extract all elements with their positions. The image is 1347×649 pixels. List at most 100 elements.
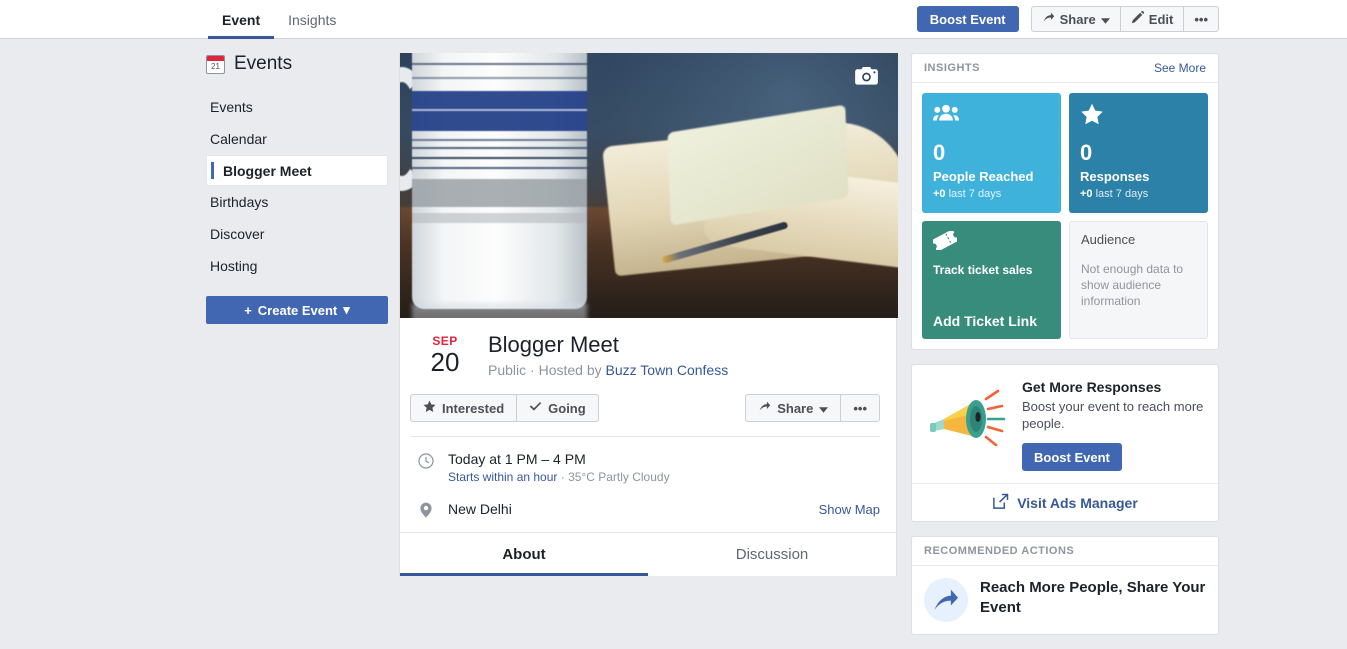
tab-event[interactable]: Event — [208, 0, 275, 39]
rsvp-button-group: Interested Going — [410, 394, 599, 422]
recommended-actions-card: RECOMMENDED ACTIONS Reach More People, S… — [911, 536, 1219, 635]
tile-people-reached[interactable]: 0 People Reached +0 last 7 days — [922, 93, 1061, 213]
event-action-bar: Interested Going Share ••• — [410, 394, 880, 437]
boost-card: Get More Responses Boost your event to r… — [911, 364, 1219, 522]
people-reached-delta: +0 last 7 days — [933, 188, 1050, 200]
calendar-icon: 21 — [206, 54, 225, 74]
tile-audience: Audience Not enough data to show audienc… — [1069, 221, 1208, 339]
sidebar-item-birthdays[interactable]: Birthdays — [206, 186, 388, 218]
star-icon — [423, 400, 436, 416]
tile-responses[interactable]: 0 Responses +0 last 7 days — [1069, 93, 1208, 213]
ticket-icon — [931, 229, 1050, 255]
show-map-link[interactable]: Show Map — [819, 502, 880, 517]
recommended-action-item[interactable]: Reach More People, Share Your Event — [912, 566, 1218, 634]
top-bar: Event Insights Boost Event Share Edit ••… — [0, 0, 1347, 39]
event-host-link[interactable]: Buzz Town Confess — [606, 362, 729, 378]
top-button-group: Share Edit ••• — [1030, 6, 1219, 32]
tab-insights[interactable]: Insights — [274, 0, 350, 39]
tab-discussion[interactable]: Discussion — [648, 533, 896, 576]
sidebar-item-discover[interactable]: Discover — [206, 218, 388, 250]
sidebar-item-label: Birthdays — [210, 194, 269, 210]
chevron-down-icon — [1100, 12, 1110, 27]
chevron-down-icon: ▾ — [343, 302, 350, 317]
share-arrow-avatar-icon — [924, 578, 968, 622]
boost-card-body: Get More Responses Boost your event to r… — [912, 365, 1218, 483]
more-options-button-event[interactable]: ••• — [840, 394, 880, 422]
event-content-tabs: About Discussion — [400, 533, 896, 576]
share-button-top[interactable]: Share — [1030, 6, 1121, 32]
plus-icon: + — [244, 302, 252, 318]
see-more-link[interactable]: See More — [1154, 61, 1206, 75]
sidebar-item-events[interactable]: Events — [206, 91, 388, 123]
location-pin-icon — [418, 502, 434, 518]
sidebar-item-label: Discover — [210, 226, 265, 242]
recommended-actions-label: RECOMMENDED ACTIONS — [924, 545, 1075, 557]
edit-button-top[interactable]: Edit — [1119, 6, 1185, 32]
share-button-event[interactable]: Share — [745, 394, 842, 422]
going-button[interactable]: Going — [516, 394, 599, 422]
add-ticket-link-label[interactable]: Add Ticket Link — [933, 313, 1050, 329]
sidebar-item-label: Blogger Meet — [223, 162, 312, 179]
insights-card: INSIGHTS See More 0 People Reached +0 la… — [911, 53, 1219, 350]
boost-event-button-top[interactable]: Boost Event — [916, 6, 1019, 32]
boost-text-block: Get More Responses Boost your event to r… — [1022, 379, 1206, 471]
sidebar-item-calendar[interactable]: Calendar — [206, 123, 388, 155]
people-icon — [933, 103, 1050, 129]
recommended-actions-header: RECOMMENDED ACTIONS — [912, 537, 1218, 566]
audience-empty-text: Not enough data to show audience informa… — [1081, 262, 1184, 308]
audience-title: Audience — [1081, 232, 1136, 247]
event-cover-photo[interactable] — [400, 53, 898, 318]
insights-tiles: 0 People Reached +0 last 7 days 0 Respon… — [912, 83, 1218, 349]
interested-label: Interested — [442, 400, 505, 416]
event-location-row: New Delhi Show Map — [400, 484, 896, 533]
going-label: Going — [548, 400, 586, 416]
starts-within-link[interactable]: Starts within an hour — [448, 470, 557, 484]
active-accent-bar — [211, 162, 214, 179]
event-main-column: SEP 20 Blogger Meet Public · Hosted by B… — [399, 53, 898, 576]
share-label-event: Share — [777, 400, 814, 416]
sidebar-item-blogger-meet[interactable]: Blogger Meet — [206, 155, 388, 186]
event-month: SEP — [432, 334, 458, 348]
event-time-row: Today at 1 PM – 4 PM Starts within an ho… — [400, 437, 896, 484]
more-options-button-top[interactable]: ••• — [1183, 6, 1219, 32]
visit-ads-manager-row[interactable]: Visit Ads Manager — [912, 483, 1218, 521]
top-actions: Boost Event Share Edit ••• — [916, 6, 1219, 32]
cover-mug-reflection — [412, 303, 587, 318]
tab-about[interactable]: About — [400, 533, 648, 576]
insights-header-label: INSIGHTS — [924, 62, 980, 74]
responses-label: Responses — [1080, 169, 1150, 184]
people-reached-label: People Reached — [933, 169, 1034, 184]
edit-label-top: Edit — [1148, 11, 1174, 27]
event-weather: · 35°C Partly Cloudy — [560, 470, 670, 484]
create-event-button[interactable]: + Create Event ▾ — [206, 296, 388, 324]
sidebar-item-label: Calendar — [210, 131, 267, 147]
responses-delta-value: +0 — [1080, 188, 1093, 200]
ticket-tile-top: Track ticket sales — [931, 229, 1050, 277]
cover-mug — [412, 53, 587, 309]
share-arrow-icon — [758, 400, 771, 416]
event-date-block: SEP 20 — [416, 332, 474, 378]
insights-card-header: INSIGHTS See More — [912, 54, 1218, 83]
external-link-icon — [992, 493, 1009, 513]
event-location: New Delhi — [448, 501, 512, 517]
megaphone-icon — [924, 379, 1012, 457]
calendar-day-number: 21 — [211, 61, 220, 71]
interested-button[interactable]: Interested — [410, 394, 518, 422]
responses-delta: +0 last 7 days — [1080, 188, 1197, 200]
tile-ticket-sales[interactable]: Track ticket sales Add Ticket Link — [922, 221, 1061, 339]
share-label-top: Share — [1059, 11, 1096, 27]
pencil-icon — [1131, 10, 1144, 27]
responses-delta-period: last 7 days — [1095, 188, 1149, 200]
sidebar-header: 21 Events — [206, 53, 388, 75]
check-icon — [529, 400, 542, 416]
event-time-text: Today at 1 PM – 4 PM Starts within an ho… — [448, 451, 670, 484]
event-day: 20 — [430, 347, 460, 377]
sidebar-title: Events — [234, 53, 293, 74]
event-title: Blogger Meet — [488, 332, 619, 357]
sidebar-item-label: Events — [210, 99, 253, 115]
camera-icon[interactable] — [855, 67, 878, 85]
sidebar-item-hosting[interactable]: Hosting — [206, 250, 388, 282]
boost-event-button-card[interactable]: Boost Event — [1022, 443, 1122, 471]
sidebar: 21 Events Events Calendar Blogger Meet B… — [206, 53, 388, 324]
responses-value: 0 — [1080, 140, 1093, 165]
